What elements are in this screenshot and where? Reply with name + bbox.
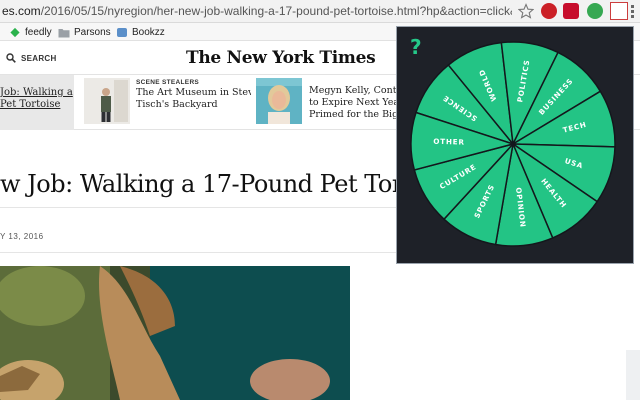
article-photo — [0, 266, 350, 400]
bookmark-label: Bookzz — [132, 26, 165, 38]
folder-icon — [58, 28, 70, 37]
bookzz-icon — [117, 27, 127, 37]
story-title-museum[interactable]: The Art Museum in Steve Tisch's Backyard — [136, 87, 251, 111]
news-wheel-popup: ? SCIENCE WORLD POLITICS BUSINESS TECH USA HEA… — [396, 26, 634, 264]
article-dateline: Y 13, 2016 — [0, 232, 44, 241]
story-title-line: Tisch's Backyard — [136, 99, 218, 110]
search-icon — [6, 53, 16, 63]
page-side-widget[interactable] — [626, 350, 640, 400]
bookmark-label: Parsons — [74, 26, 111, 38]
address-bar[interactable]: es.com/2016/05/15/nyregion/her-new-job-w… — [0, 0, 640, 23]
wheel-label-other: OTHER — [433, 137, 465, 147]
adblock-icon[interactable] — [563, 3, 579, 19]
bookmark-parsons[interactable]: Parsons — [58, 25, 111, 39]
story-thumbnail-museum[interactable] — [84, 78, 130, 124]
browser-window: es.com/2016/05/15/nyregion/her-new-job-w… — [0, 0, 640, 400]
url-text[interactable]: es.com/2016/05/15/nyregion/her-new-job-w… — [2, 4, 512, 18]
current-story-item[interactable]: Job: Walking a Pet Tortoise — [0, 75, 74, 130]
bookmark-feedly[interactable]: feedly — [9, 25, 52, 39]
url-path: /2016/05/15/nyregion/her-new-job-walking… — [40, 4, 512, 18]
story-title-line: The Art Museum in Steve — [136, 87, 251, 98]
url-host: es.com — [2, 4, 41, 18]
story-title-megyn-kelly[interactable]: Megyn Kelly, Contract to Expire Next Yea… — [309, 85, 400, 121]
story-thumbnail-megyn-kelly[interactable] — [256, 78, 302, 124]
bookmark-star-icon[interactable] — [518, 3, 534, 19]
bookmark-bookzz[interactable]: Bookzz — [116, 25, 165, 39]
story-title-line: Primed for the Big Sh — [309, 109, 400, 120]
news-wheel-extension-icon[interactable] — [610, 2, 628, 20]
divider — [0, 252, 400, 253]
green-extension-icon[interactable] — [587, 3, 603, 19]
story-title-line: to Expire Next Year, Is — [309, 97, 400, 108]
story-title-line: Megyn Kelly, Contract — [309, 85, 400, 96]
search-button[interactable]: SEARCH — [6, 53, 57, 63]
pinterest-icon[interactable] — [541, 3, 557, 19]
current-story-line: Job: Walking a — [0, 87, 73, 98]
article-headline: w Job: Walking a 17-Pound Pet Tortoi — [0, 170, 434, 198]
category-wheel: SCIENCEWORLD POLITICS BUSINESSTECHUSAHEALT… — [410, 41, 616, 247]
nyt-logo[interactable]: The New York Times — [186, 48, 376, 68]
story-kicker: SCENE STEALERS — [136, 79, 200, 86]
feedly-icon — [10, 27, 20, 37]
search-label: SEARCH — [21, 53, 57, 63]
browser-menu-icon[interactable] — [628, 4, 638, 18]
current-story-line: Pet Tortoise — [0, 99, 61, 110]
divider — [0, 207, 400, 208]
bookmark-label: feedly — [25, 26, 52, 38]
